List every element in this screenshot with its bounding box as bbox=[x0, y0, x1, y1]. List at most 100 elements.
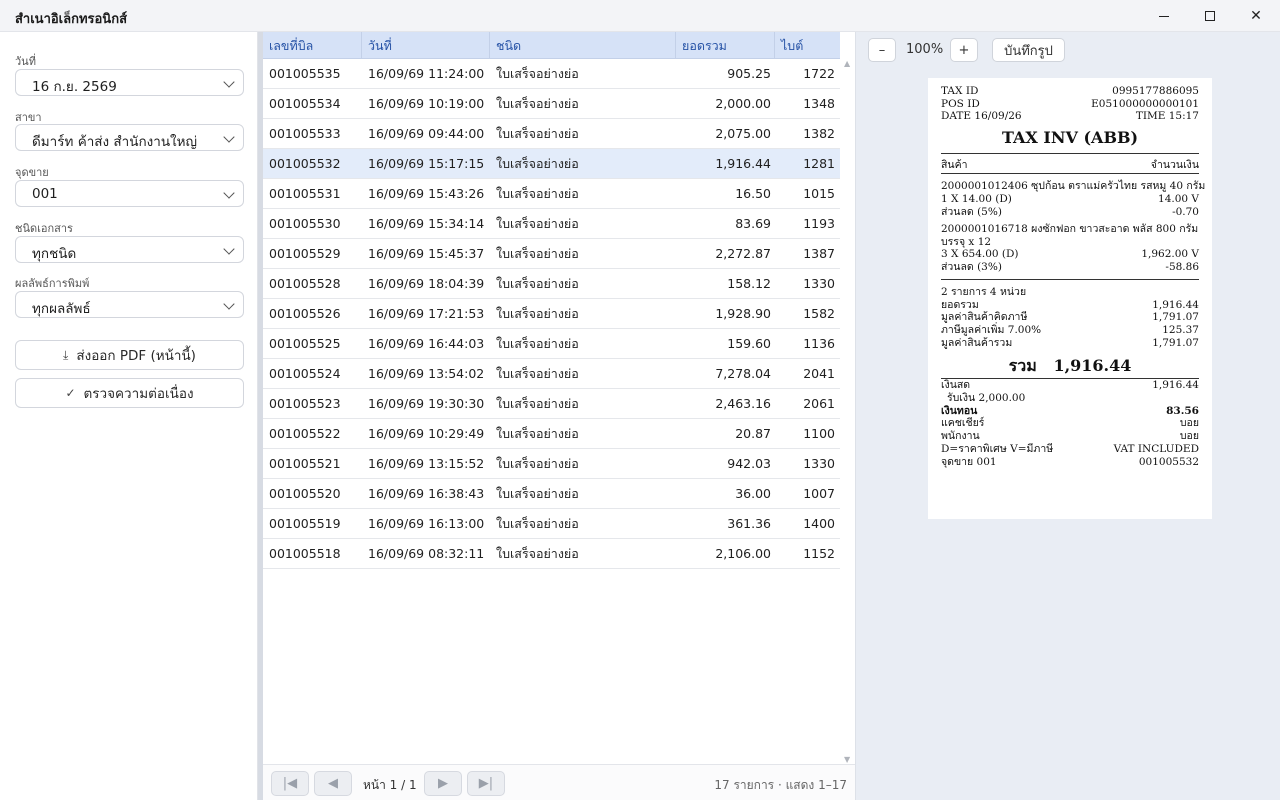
next-page-button[interactable]: ▶ bbox=[424, 771, 462, 796]
cell-total: 1,916.44 bbox=[715, 156, 771, 171]
cell-total: 1,928.90 bbox=[715, 306, 771, 321]
table-row[interactable]: 001005531 16/09/69 15:43:26 ใบเสร็จอย่างย่… bbox=[263, 179, 840, 209]
cell-type: ใบเสร็จอย่างย่อ bbox=[496, 276, 579, 291]
doc-type-select[interactable]: ทุกชนิด bbox=[15, 236, 244, 263]
table-row[interactable]: 001005528 16/09/69 18:04:39 ใบเสร็จอย่างย่… bbox=[263, 269, 840, 299]
zoom-out-button[interactable]: – bbox=[868, 38, 896, 62]
cell-bill: 001005530 bbox=[269, 216, 341, 231]
cell-total: 159.60 bbox=[727, 336, 771, 351]
check-continuity-label: ตรวจความต่อเนื่อง bbox=[83, 386, 194, 402]
cell-date: 16/09/69 15:45:37 bbox=[368, 246, 485, 261]
cell-date: 16/09/69 13:54:02 bbox=[368, 366, 485, 381]
scroll-up-icon[interactable]: ▲ bbox=[844, 59, 850, 68]
cell-bytes: 1100 bbox=[803, 426, 835, 441]
cell-bytes: 1330 bbox=[803, 276, 835, 291]
table-row[interactable]: 001005526 16/09/69 17:21:53 ใบเสร็จอย่างย่… bbox=[263, 299, 840, 329]
date-label: วันที่ bbox=[15, 55, 36, 68]
maximize-button[interactable] bbox=[1187, 0, 1233, 32]
table-row[interactable]: 001005532 16/09/69 15:17:15 ใบเสร็จอย่างย่… bbox=[263, 149, 840, 179]
cell-date: 16/09/69 15:17:15 bbox=[368, 156, 485, 171]
table-row[interactable]: 001005520 16/09/69 16:38:43 ใบเสร็จอย่างย่… bbox=[263, 479, 840, 509]
cell-total: 2,272.87 bbox=[715, 246, 771, 261]
cell-bytes: 1400 bbox=[803, 516, 835, 531]
cell-date: 16/09/69 15:34:14 bbox=[368, 216, 485, 231]
print-result-select[interactable]: ทุกผลลัพธ์ bbox=[15, 291, 244, 318]
date-value: 16 ก.ย. 2569 bbox=[32, 79, 117, 95]
receipt-taxable-label: มูลค่าสินค้าคิดภาษี bbox=[941, 311, 1028, 323]
receipt-taxable: 1,791.07 bbox=[1152, 311, 1199, 323]
branch-value: ดีมาร์ท ค้าส่ง สำนักงานใหญ่ bbox=[32, 134, 198, 150]
cell-type: ใบเสร็จอย่างย่อ bbox=[496, 156, 579, 171]
cell-date: 16/09/69 13:15:52 bbox=[368, 456, 485, 471]
receipt-tax-id-label: TAX ID bbox=[941, 85, 979, 97]
close-button[interactable]: ✕ bbox=[1233, 0, 1279, 32]
zoom-in-button[interactable]: + bbox=[950, 38, 978, 62]
table-row[interactable]: 001005525 16/09/69 16:44:03 ใบเสร็จอย่างย่… bbox=[263, 329, 840, 359]
table-row[interactable]: 001005530 16/09/69 15:34:14 ใบเสร็จอย่างย่… bbox=[263, 209, 840, 239]
cell-total: 905.25 bbox=[727, 66, 771, 81]
receipt-item2-qty: 3 X 654.00 (D) bbox=[941, 248, 1019, 260]
table-row[interactable]: 001005521 16/09/69 13:15:52 ใบเสร็จอย่างย่… bbox=[263, 449, 840, 479]
cell-total: 942.03 bbox=[727, 456, 771, 471]
cell-type: ใบเสร็จอย่างย่อ bbox=[496, 336, 579, 351]
receipt-doc-title: TAX INV (ABB) bbox=[1001, 128, 1139, 147]
cell-date: 16/09/69 10:29:49 bbox=[368, 426, 485, 441]
receipt-divider bbox=[941, 153, 1199, 154]
table-row[interactable]: 001005533 16/09/69 09:44:00 ใบเสร็จอย่างย่… bbox=[263, 119, 840, 149]
cell-date: 16/09/69 10:19:00 bbox=[368, 96, 485, 111]
date-select[interactable]: 16 ก.ย. 2569 bbox=[15, 69, 244, 96]
table-row[interactable]: 001005529 16/09/69 15:45:37 ใบเสร็จอย่างย่… bbox=[263, 239, 840, 269]
minimize-icon bbox=[1159, 15, 1169, 17]
pos-select[interactable]: 001 bbox=[15, 180, 244, 207]
cell-bill: 001005523 bbox=[269, 396, 341, 411]
export-pdf-label: ส่งออก PDF (หน้านี้) bbox=[76, 348, 196, 364]
table-row[interactable]: 001005534 16/09/69 10:19:00 ใบเสร็จอย่างย่… bbox=[263, 89, 840, 119]
export-pdf-button[interactable]: ⤓ ส่งออก PDF (หน้านี้) bbox=[15, 340, 244, 370]
pos-value: 001 bbox=[32, 186, 58, 202]
receipt-staff-label: พนักงาน bbox=[941, 430, 980, 442]
receipt-item2-pack: บรรจุ x 12 bbox=[941, 236, 992, 248]
cell-bytes: 1722 bbox=[803, 66, 835, 81]
cell-type: ใบเสร็จอย่างย่อ bbox=[496, 366, 579, 381]
receipt-divider bbox=[941, 173, 1199, 174]
cell-date: 16/09/69 09:44:00 bbox=[368, 126, 485, 141]
vertical-scrollbar[interactable]: ▲ ▼ bbox=[841, 59, 855, 764]
last-page-button[interactable]: ▶| bbox=[467, 771, 505, 796]
cell-total: 83.69 bbox=[735, 216, 771, 231]
receipt-net-label: มูลค่าสินค้ารวม bbox=[941, 337, 1013, 349]
first-page-button[interactable]: |◀ bbox=[271, 771, 309, 796]
cell-date: 16/09/69 19:30:30 bbox=[368, 396, 485, 411]
receipt-preview-pane: – 100% + บันทึกรูป TAX ID 0995177886095 P… bbox=[855, 32, 1280, 800]
scroll-down-icon[interactable]: ▼ bbox=[844, 755, 850, 764]
cell-type: ใบเสร็จอย่างย่อ bbox=[496, 456, 579, 471]
receipt-col-amount: จำนวนเงิน bbox=[1150, 159, 1199, 171]
receipt-item2-discount: -58.86 bbox=[1165, 261, 1199, 273]
minimize-button[interactable] bbox=[1141, 0, 1187, 32]
cell-bill: 001005526 bbox=[269, 306, 341, 321]
prev-page-button[interactable]: ◀ bbox=[314, 771, 352, 796]
column-header-bytes[interactable]: ไบต์ bbox=[775, 32, 840, 59]
table-row[interactable]: 001005522 16/09/69 10:29:49 ใบเสร็จอย่างย่… bbox=[263, 419, 840, 449]
table-row[interactable]: 001005523 16/09/69 19:30:30 ใบเสร็จอย่างย่… bbox=[263, 389, 840, 419]
save-image-button[interactable]: บันทึกรูป bbox=[992, 38, 1065, 62]
receipt-item1-amount: 14.00 V bbox=[1158, 193, 1199, 205]
branch-select[interactable]: ดีมาร์ท ค้าส่ง สำนักงานใหญ่ bbox=[15, 124, 244, 151]
table-row[interactable]: 001005518 16/09/69 08:32:11 ใบเสร็จอย่างย่… bbox=[263, 539, 840, 569]
cell-date: 16/09/69 15:43:26 bbox=[368, 186, 485, 201]
cell-date: 16/09/69 11:24:00 bbox=[368, 66, 485, 81]
table-row[interactable]: 001005535 16/09/69 11:24:00 ใบเสร็จอย่างย่… bbox=[263, 59, 840, 89]
cell-bill: 001005531 bbox=[269, 186, 341, 201]
column-header-bill[interactable]: เลขที่บิล bbox=[263, 32, 362, 59]
column-header-type[interactable]: ชนิด bbox=[490, 32, 676, 59]
row-count-label: 17 รายการ · แสดง 1–17 bbox=[714, 778, 847, 792]
column-header-total[interactable]: ยอดรวม bbox=[676, 32, 775, 59]
table-row[interactable]: 001005519 16/09/69 16:13:00 ใบเสร็จอย่างย่… bbox=[263, 509, 840, 539]
column-header-date[interactable]: วันที่ bbox=[362, 32, 490, 59]
cell-bill: 001005520 bbox=[269, 486, 341, 501]
print-result-value: ทุกผลลัพธ์ bbox=[32, 301, 91, 317]
cell-bytes: 1387 bbox=[803, 246, 835, 261]
cell-bill: 001005529 bbox=[269, 246, 341, 261]
table-row[interactable]: 001005524 16/09/69 13:54:02 ใบเสร็จอย่างย่… bbox=[263, 359, 840, 389]
cell-total: 2,000.00 bbox=[715, 96, 771, 111]
check-continuity-button[interactable]: ✓ ตรวจความต่อเนื่อง bbox=[15, 378, 244, 408]
